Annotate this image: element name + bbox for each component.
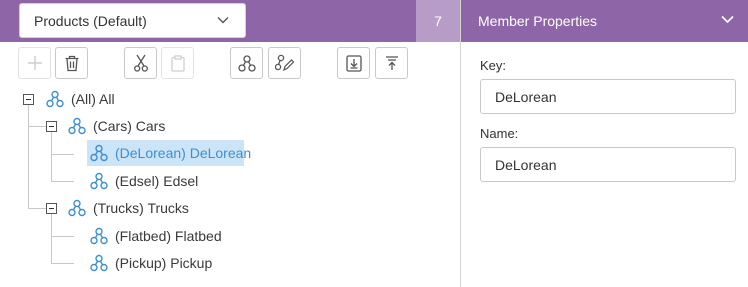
members-pane: Products (Default) 7 (All) All (Cars) Ca… [0, 0, 460, 287]
clipboard-icon [170, 54, 185, 72]
tree-node-label: (DeLorean) DeLorean [115, 145, 252, 161]
tree-node-cars[interactable]: (Cars) Cars [66, 113, 165, 139]
tree-connector [51, 236, 74, 237]
tree-node-label: (Cars) Cars [93, 118, 166, 134]
tree-collapse-toggle-cars[interactable] [46, 121, 57, 132]
hierarchy-icon [68, 199, 86, 217]
members-toolbar-header: Products (Default) 7 [0, 0, 460, 42]
hierarchy-icon [90, 254, 108, 272]
cut-button[interactable] [124, 47, 157, 79]
hierarchy-icon [90, 227, 108, 245]
arrow-down-to-line-icon [345, 54, 362, 72]
paste-button[interactable] [161, 47, 194, 79]
tree-node-label: (Trucks) Trucks [93, 200, 189, 216]
tree-connector [28, 126, 46, 127]
arrow-up-from-line-icon [385, 55, 398, 70]
tree-connector [28, 208, 46, 209]
member-tree: (All) All (Cars) Cars (DeLorean) DeLorea… [0, 86, 460, 286]
member-properties-header[interactable]: Member Properties [461, 0, 748, 42]
key-input[interactable] [480, 79, 736, 114]
tree-node-label: (Pickup) Pickup [115, 255, 213, 271]
tree-node-flatbed[interactable]: (Flatbed) Flatbed [87, 223, 222, 249]
tree-node-trucks[interactable]: (Trucks) Trucks [66, 195, 189, 221]
tree-node-label: (Flatbed) Flatbed [115, 228, 222, 244]
tree-connector [51, 181, 74, 182]
tree-connector [51, 154, 74, 155]
trash-icon [65, 55, 78, 71]
tree-node-all[interactable]: (All) All [44, 86, 115, 112]
hierarchy-icon [90, 144, 108, 162]
panel-title: Member Properties [478, 13, 598, 29]
tree-connector [51, 263, 74, 264]
key-label: Key: [480, 58, 507, 73]
move-up-button[interactable] [375, 47, 408, 79]
move-down-button[interactable] [337, 47, 370, 79]
tree-node-label: (Edsel) Edsel [115, 173, 199, 189]
hierarchy-edit-icon [275, 54, 294, 72]
tree-collapse-toggle-trucks[interactable] [46, 203, 57, 214]
tree-collapse-toggle-all[interactable] [23, 94, 34, 105]
hierarchy-icon [46, 90, 64, 108]
tree-node-delorean[interactable]: (DeLorean) DeLorean [87, 140, 251, 166]
hierarchy-icon [237, 54, 256, 72]
hierarchy-icon [90, 172, 108, 190]
hierarchy-select-value: Products (Default) [34, 12, 147, 29]
tree-node-edsel[interactable]: (Edsel) Edsel [87, 168, 198, 194]
plus-icon [27, 56, 42, 70]
add-button[interactable] [18, 47, 51, 79]
tree-connector [28, 104, 29, 208]
tree-connector [51, 213, 52, 263]
edit-button[interactable] [268, 47, 301, 79]
name-input[interactable] [480, 147, 736, 182]
hierarchy-select[interactable]: Products (Default) [19, 3, 246, 38]
member-count-badge: 7 [416, 0, 460, 42]
name-label: Name: [480, 126, 519, 141]
add-child-button[interactable] [230, 47, 263, 79]
tree-node-pickup[interactable]: (Pickup) Pickup [87, 250, 212, 276]
member-properties-panel: Member Properties Key: Name: [461, 0, 748, 287]
chevron-down-icon [217, 17, 229, 24]
chevron-down-icon[interactable] [721, 15, 734, 24]
delete-button[interactable] [55, 47, 88, 79]
hierarchy-icon [68, 117, 86, 135]
scissors-icon [133, 54, 148, 72]
tree-connector [51, 131, 52, 181]
tree-node-label: (All) All [71, 91, 115, 107]
